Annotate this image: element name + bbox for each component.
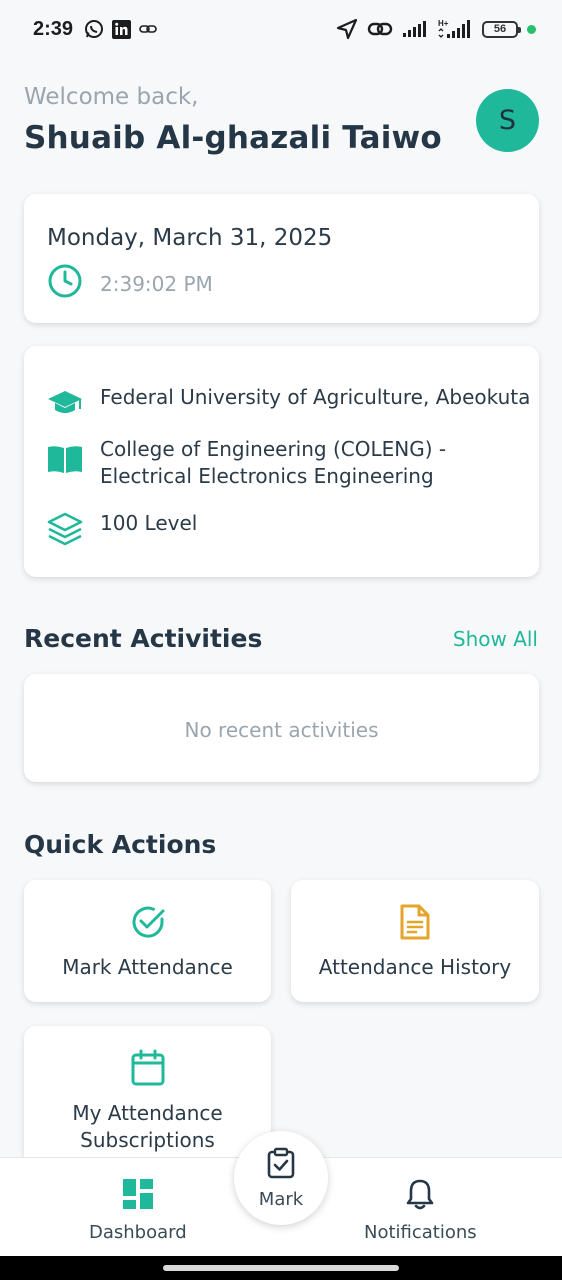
nav-dashboard[interactable]: Dashboard — [89, 1178, 187, 1243]
college-row: College of Engineering (COLENG) - Electr… — [46, 436, 446, 490]
layers-icon — [46, 510, 84, 548]
mark-label: Mark — [258, 1188, 304, 1210]
document-icon — [395, 902, 435, 942]
university-name: Federal University of Agriculture, Abeok… — [100, 385, 531, 409]
graduation-cap-icon — [46, 384, 84, 422]
empty-activities-text: No recent activities — [184, 718, 379, 742]
calendar-icon — [128, 1048, 168, 1088]
signal-icon — [402, 20, 428, 38]
check-circle-icon — [128, 902, 168, 942]
status-bar: 2:39 H+ 56 — [0, 0, 562, 62]
home-gesture-pill[interactable] — [163, 1265, 399, 1271]
show-all-link[interactable]: Show All — [453, 627, 538, 651]
college-line-2: Electrical Electronics Engineering — [100, 464, 434, 488]
nav-notifications-label: Notifications — [364, 1222, 477, 1243]
status-time: 2:39 — [33, 18, 74, 40]
college-line-1: College of Engineering (COLENG) - — [100, 437, 447, 461]
mark-attendance-label: Mark Attendance — [62, 955, 233, 979]
student-info-card: Federal University of Agriculture, Abeok… — [24, 346, 539, 577]
camera-indicator-dot — [527, 24, 536, 34]
gesture-navigation-bar — [0, 1256, 562, 1280]
welcome-text: Welcome back, — [24, 84, 199, 110]
signal-h-plus-icon: H+ — [437, 18, 473, 40]
current-time: 2:39:02 PM — [100, 272, 213, 296]
current-date: Monday, March 31, 2025 — [47, 225, 333, 251]
level-row: 100 Level — [46, 510, 197, 548]
clipboard-check-icon — [266, 1147, 296, 1183]
subscriptions-label-line-1: My Attendance — [72, 1101, 223, 1125]
nav-dashboard-label: Dashboard — [89, 1222, 187, 1243]
link-icon — [139, 22, 157, 36]
location-icon — [336, 18, 358, 40]
linkedin-icon — [112, 19, 131, 39]
whatsapp-icon — [84, 19, 104, 39]
recent-activities-card: No recent activities — [24, 674, 539, 782]
my-subscriptions-button[interactable]: My Attendance Subscriptions — [24, 1026, 271, 1176]
subscriptions-label-line-2: Subscriptions — [80, 1128, 215, 1152]
user-name: Shuaib Al-ghazali Taiwo — [24, 120, 442, 156]
student-level: 100 Level — [100, 511, 198, 535]
book-icon — [46, 440, 84, 478]
university-row: Federal University of Agriculture, Abeok… — [46, 384, 530, 422]
hotspot-icon — [367, 19, 393, 39]
dashboard-icon — [122, 1178, 154, 1214]
nav-notifications[interactable]: Notifications — [364, 1178, 477, 1243]
mark-attendance-button[interactable]: Mark Attendance — [24, 880, 271, 1002]
avatar[interactable]: S — [476, 89, 539, 152]
quick-actions-title: Quick Actions — [24, 830, 217, 859]
clock-icon — [47, 263, 83, 299]
battery-icon: 56 — [482, 20, 521, 38]
attendance-history-button[interactable]: Attendance History — [291, 880, 539, 1002]
network-type: H+ — [438, 19, 449, 28]
mark-fab-button[interactable]: Mark — [234, 1131, 328, 1225]
recent-activities-title: Recent Activities — [24, 624, 263, 653]
bell-icon — [404, 1178, 436, 1214]
attendance-history-label: Attendance History — [318, 955, 512, 979]
date-time-card: Monday, March 31, 2025 2:39:02 PM — [24, 194, 539, 323]
